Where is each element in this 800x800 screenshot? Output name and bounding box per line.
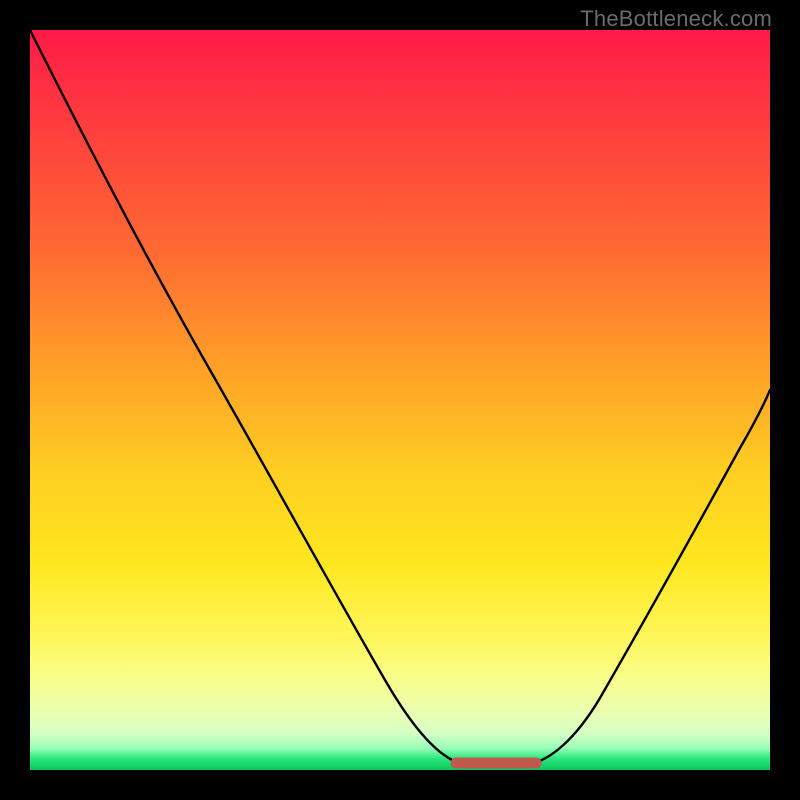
- bottleneck-curve: [30, 30, 770, 764]
- chart-frame: TheBottleneck.com: [0, 0, 800, 800]
- plot-area: [30, 30, 770, 770]
- watermark-text: TheBottleneck.com: [580, 6, 772, 32]
- curve-layer: [30, 30, 770, 770]
